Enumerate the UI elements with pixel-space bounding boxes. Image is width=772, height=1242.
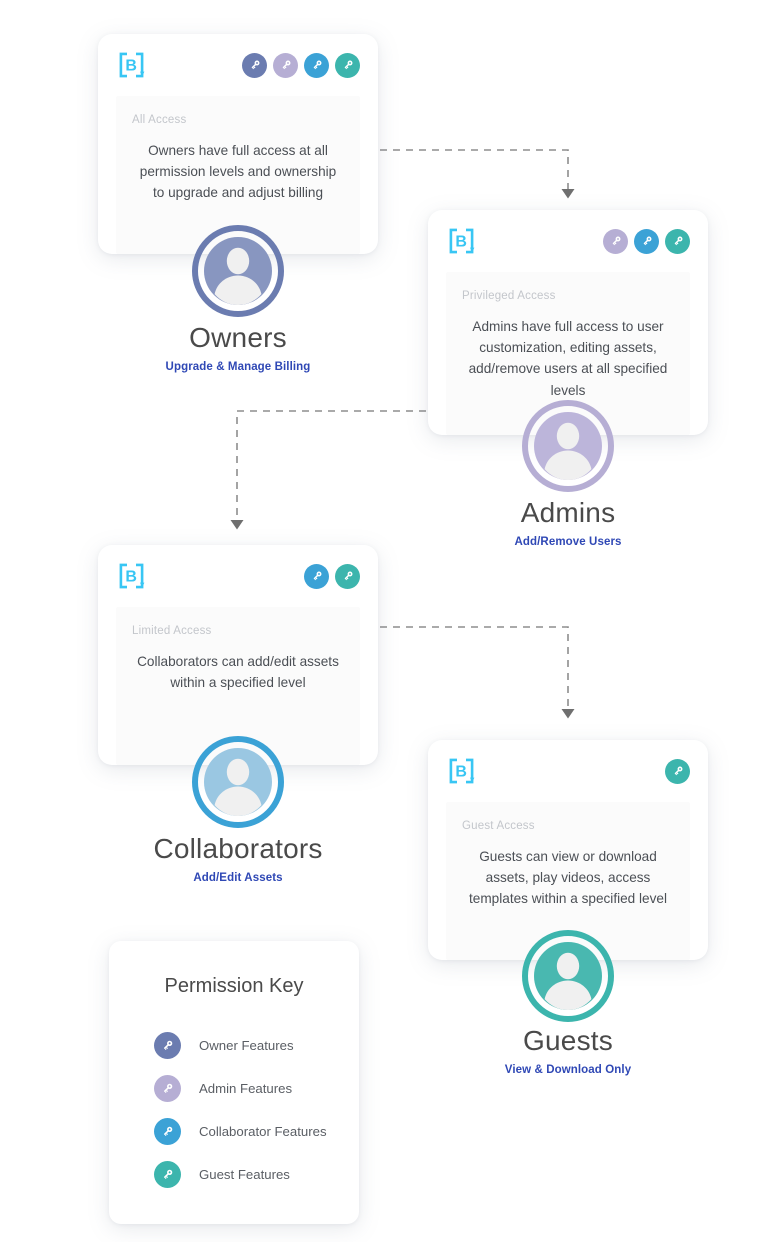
key-badges-guests [665,758,690,784]
permission-key-title: Permission Key [164,975,304,997]
role-subtitle-guests[interactable]: View & Download Only [428,1064,708,1076]
key-icon-guest[interactable] [665,228,690,254]
role-card-guests[interactable]: B Guest Access Guests can view or download… [428,740,708,960]
avatar-collaborators [98,736,378,828]
avatar-admins [428,400,708,492]
access-kicker-collaborators: Limited Access [132,625,212,637]
card-header-owners: B [98,34,378,96]
brand-logo-icon: B [118,51,145,79]
legend-label-owner: Owner Features [199,1038,294,1053]
permission-key-legend: Permission Key Owner Features Admin Featu… [109,941,359,1224]
key-icon-guest [154,1161,181,1188]
key-badges-collaborators [304,563,360,589]
card-header-admins: B [428,210,708,272]
arrowhead-icon [561,189,575,199]
access-description-collaborators: Collaborators can add/edit assets within… [137,654,339,691]
key-badges-owners [242,52,360,78]
role-subtitle-admins[interactable]: Add/Remove Users [428,536,708,548]
role-title-block-admins: Admins Add/Remove Users [428,497,708,549]
avatar-guests [428,930,708,1022]
svg-text:B: B [455,764,467,781]
key-icon-owner [154,1032,181,1059]
access-description-admins: Admins have full access to user customiz… [468,319,668,398]
role-subtitle-collaborators[interactable]: Add/Edit Assets [98,872,378,884]
legend-item-admin: Admin Features [109,1067,359,1110]
role-title-admins: Admins [520,497,616,528]
key-icon-admin [154,1075,181,1102]
brand-logo-icon: B [448,757,475,785]
role-title-block-collaborators: Collaborators Add/Edit Assets [98,833,378,885]
brand-logo-icon: B [118,562,145,590]
key-icon-collaborator[interactable] [304,563,329,589]
key-icon-collaborator[interactable] [304,52,329,78]
brand-logo-icon: B [448,227,475,255]
card-header-guests: B [428,740,708,802]
key-icon-guest[interactable] [335,563,360,589]
role-subtitle-owners[interactable]: Upgrade & Manage Billing [98,361,378,373]
role-title-block-owners: Owners Upgrade & Manage Billing [98,322,378,374]
legend-label-admin: Admin Features [199,1081,293,1096]
legend-item-owner: Owner Features [109,1024,359,1067]
key-icon-admin[interactable] [603,228,628,254]
role-card-owners[interactable]: B All Access Owners have full access at al… [98,34,378,254]
access-kicker-admins: Privileged Access [462,290,556,302]
key-icon-guest[interactable] [335,52,360,78]
access-kicker-owners: All Access [132,114,187,126]
admins-to-collaborators [230,410,426,530]
avatar-owners [98,225,378,317]
key-icon-collaborator[interactable] [634,228,659,254]
key-badges-admins [603,228,690,254]
legend-item-collaborator: Collaborator Features [109,1110,359,1153]
role-title-block-guests: Guests View & Download Only [428,1025,708,1077]
collaborators-to-guests [380,626,575,719]
access-description-guests: Guests can view or download assets, play… [469,849,667,907]
legend-item-guest: Guest Features [109,1153,359,1196]
role-title-owners: Owners [189,322,287,353]
role-title-guests: Guests [523,1025,613,1056]
role-title-collaborators: Collaborators [153,833,323,864]
key-icon-admin[interactable] [273,52,298,78]
legend-label-collaborator: Collaborator Features [199,1124,327,1139]
arrowhead-icon [230,520,244,530]
arrowhead-icon [561,709,575,719]
svg-text:B: B [125,58,137,75]
key-icon-guest[interactable] [665,758,690,784]
svg-text:B: B [455,234,467,251]
access-description-owners: Owners have full access at all permissio… [139,143,337,201]
card-header-collaborators: B [98,545,378,607]
owners-to-admins [380,149,575,199]
permission-key-items: Owner Features Admin Features Collaborator… [109,1024,359,1196]
legend-label-guest: Guest Features [199,1167,290,1182]
key-icon-collaborator [154,1118,181,1145]
access-kicker-guests: Guest Access [462,820,535,832]
role-card-collaborators[interactable]: B Limited Access Collaborators can add/edi… [98,545,378,765]
permission-levels-diagram: B All Access Owners have full access at al… [0,0,772,1242]
svg-text:B: B [125,569,137,586]
key-icon-owner[interactable] [242,52,267,78]
